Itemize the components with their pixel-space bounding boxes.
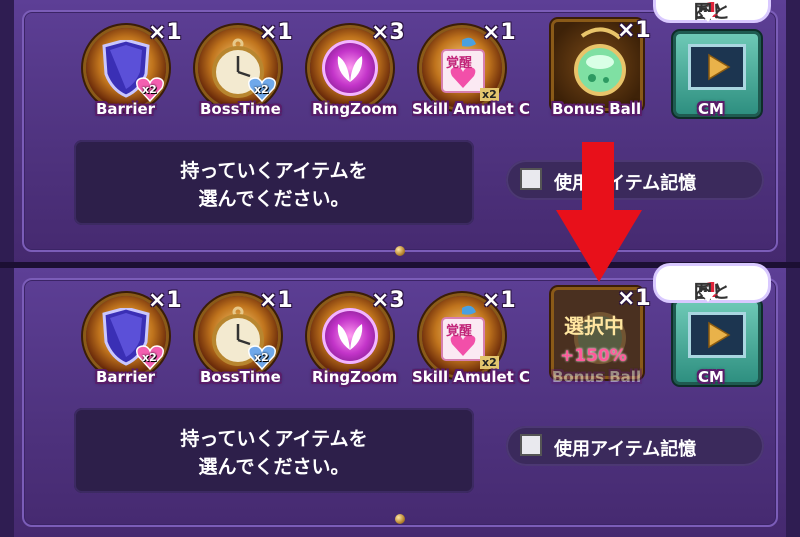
- item-label: BossTime: [200, 368, 281, 386]
- remember-items-toggle[interactable]: 使用アイテム記憶: [506, 426, 764, 466]
- item-select-panel-before: x2 ×1 Barrier x2 ×1 BossTime ×3 RingZoom…: [0, 0, 800, 262]
- ring-zoom-icon: [337, 324, 363, 350]
- item-label: CM: [698, 100, 724, 118]
- item-quantity: ×1: [148, 20, 182, 45]
- item-label: Barrier: [96, 100, 156, 118]
- multiplier-badge: x2: [142, 83, 157, 96]
- awakening-stamp: 覚醒: [446, 56, 473, 71]
- remaining-cm-bubble: あと 1 回！: [656, 266, 768, 303]
- item-select-panel-after: x2 ×1 Barrier x2 ×1 BossTime ×3 RingZoom…: [0, 266, 800, 537]
- item-label: Bonus Ball: [552, 100, 642, 118]
- selected-label: 選択中: [564, 314, 624, 338]
- item-quantity: ×1: [482, 288, 516, 313]
- down-arrow-icon: [556, 142, 642, 282]
- rivet-decoration: [395, 246, 405, 256]
- item-quantity: ×3: [371, 288, 405, 313]
- remember-items-label: 使用アイテム記憶: [554, 439, 697, 460]
- multiplier-badge: x2: [142, 351, 157, 364]
- item-label: Skill Amulet C: [412, 368, 530, 386]
- bubble-suffix: 回！: [694, 282, 730, 303]
- item-quantity: ×1: [259, 288, 293, 313]
- item-label: BossTime: [200, 100, 281, 118]
- instruction-line-1: 持っていくアイテムを: [180, 428, 368, 450]
- instruction-line-1: 持っていくアイテムを: [180, 160, 368, 182]
- instruction-line-2: 選んでください。: [198, 188, 350, 210]
- item-label: Skill Amulet C: [412, 100, 530, 118]
- item-label: RingZoom: [312, 100, 398, 118]
- remember-items-checkbox[interactable]: [520, 168, 542, 190]
- bonus-percent: +150%: [560, 346, 627, 366]
- item-quantity: ×1: [259, 20, 293, 45]
- instruction-message-box: 持っていくアイテムを 選んでください。: [74, 408, 474, 493]
- ring-zoom-icon: [337, 56, 363, 82]
- instruction-line-2: 選んでください。: [198, 456, 350, 478]
- remaining-cm-bubble: あと 1 回！: [656, 0, 768, 23]
- item-label: RingZoom: [312, 368, 398, 386]
- item-label: CM: [698, 368, 724, 386]
- item-quantity: ×3: [371, 20, 405, 45]
- item-quantity: ×1: [482, 20, 516, 45]
- item-quantity: ×1: [617, 18, 651, 43]
- item-label: Bonus Ball: [552, 368, 642, 386]
- remember-items-checkbox[interactable]: [520, 434, 542, 456]
- instruction-message-box: 持っていくアイテムを 選んでください。: [74, 140, 474, 225]
- rivet-decoration: [395, 514, 405, 524]
- film-play-icon: [688, 312, 746, 358]
- item-quantity: ×1: [148, 288, 182, 313]
- multiplier-badge: x2: [254, 83, 269, 96]
- item-label: Barrier: [96, 368, 156, 386]
- film-play-icon: [688, 44, 746, 90]
- awakening-stamp: 覚醒: [446, 324, 473, 339]
- multiplier-badge: x2: [254, 351, 269, 364]
- item-quantity: ×1: [617, 286, 651, 311]
- bubble-suffix: 回！: [694, 2, 730, 23]
